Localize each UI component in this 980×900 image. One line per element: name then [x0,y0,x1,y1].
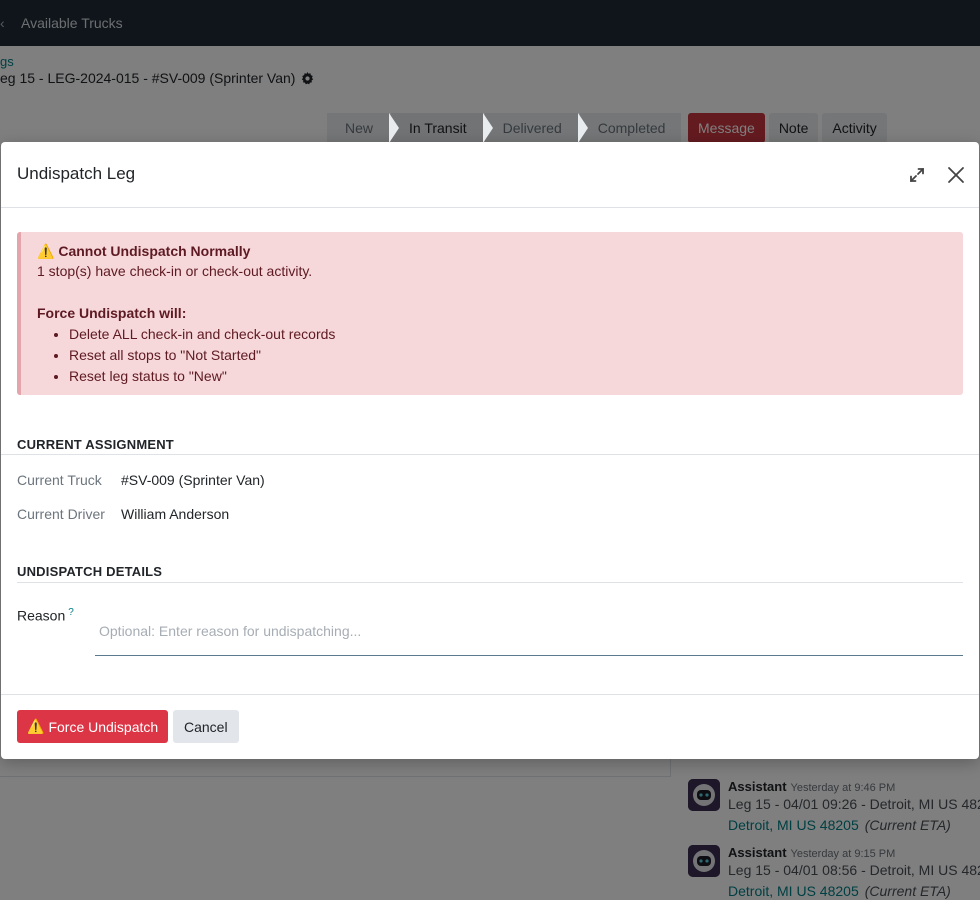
alert-list: Delete ALL check-in and check-out record… [69,324,947,387]
current-assignment-heading: CURRENT ASSIGNMENT [17,437,174,452]
alert-list-item: Reset all stops to "Not Started" [69,345,947,366]
alert-message: 1 stop(s) have check-in or check-out act… [37,263,313,279]
current-driver-label: Current Driver [17,506,105,522]
undispatch-details-heading: UNDISPATCH DETAILS [17,564,163,579]
alert-list-item: Delete ALL check-in and check-out record… [69,324,947,345]
cancel-button[interactable]: Cancel [173,710,239,743]
expand-icon[interactable] [906,164,928,186]
close-icon[interactable] [945,164,967,186]
section-divider [1,454,979,455]
modal-footer: ⚠️ Force Undispatch Cancel [1,694,979,759]
alert-subtitle: Force Undispatch will: [37,305,187,321]
force-undispatch-button[interactable]: ⚠️ Force Undispatch [17,710,169,743]
section-divider [17,582,963,583]
alert-list-item: Reset leg status to "New" [69,366,947,387]
help-icon[interactable]: ? [68,607,74,618]
reason-input[interactable] [95,603,963,656]
alert-title: ⚠️ Cannot Undispatch Normally [37,243,251,259]
warning-alert: ⚠️ Cannot Undispatch Normally 1 stop(s) … [17,232,963,395]
warning-icon: ⚠️ [37,243,55,259]
current-driver-value: William Anderson [121,506,230,522]
modal-title: Undispatch Leg [17,164,136,183]
modal-header: Undispatch Leg [1,142,979,208]
current-truck-value: #SV-009 (Sprinter Van) [121,472,265,488]
current-truck-label: Current Truck [17,472,102,488]
reason-label: Reason? [17,607,74,624]
undispatch-dialog: Undispatch Leg ⚠️ Cannot Undispatch Norm… [1,142,979,759]
warning-icon: ⚠️ [27,718,45,734]
